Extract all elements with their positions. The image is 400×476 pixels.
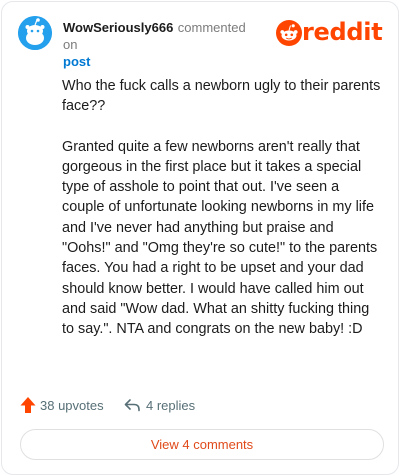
reddit-wordmark: reddit [302,18,383,46]
user-avatar[interactable] [18,16,52,50]
upvote-count: 38 upvotes [40,397,104,413]
post-link[interactable]: post [63,53,263,70]
comment-meta: WowSeriously666 commented on post [63,19,263,70]
upvote-button[interactable]: 38 upvotes [20,394,104,416]
comment-card: WowSeriously666 commented on post reddit… [1,1,399,475]
comment-actions: 38 upvotes 4 replies [20,394,320,416]
reply-arrow-icon [124,399,140,412]
username[interactable]: WowSeriously666 [63,20,173,35]
comment-header: WowSeriously666 commented on post reddit [18,16,383,69]
upvote-arrow-icon [20,397,36,413]
comment-paragraph: Who the fuck calls a newborn ugly to the… [62,78,381,115]
reply-count: 4 replies [146,397,196,413]
comment-body: Who the fuck calls a newborn ugly to the… [62,76,384,360]
snoo-avatar-icon [18,16,52,50]
reply-button[interactable]: 4 replies [124,394,195,416]
view-comments-button[interactable]: View 4 comments [20,429,384,460]
reddit-alien-icon [276,20,302,46]
comment-paragraph: Granted quite a few newborns aren't real… [62,138,378,338]
reddit-logo[interactable]: reddit [276,18,383,47]
